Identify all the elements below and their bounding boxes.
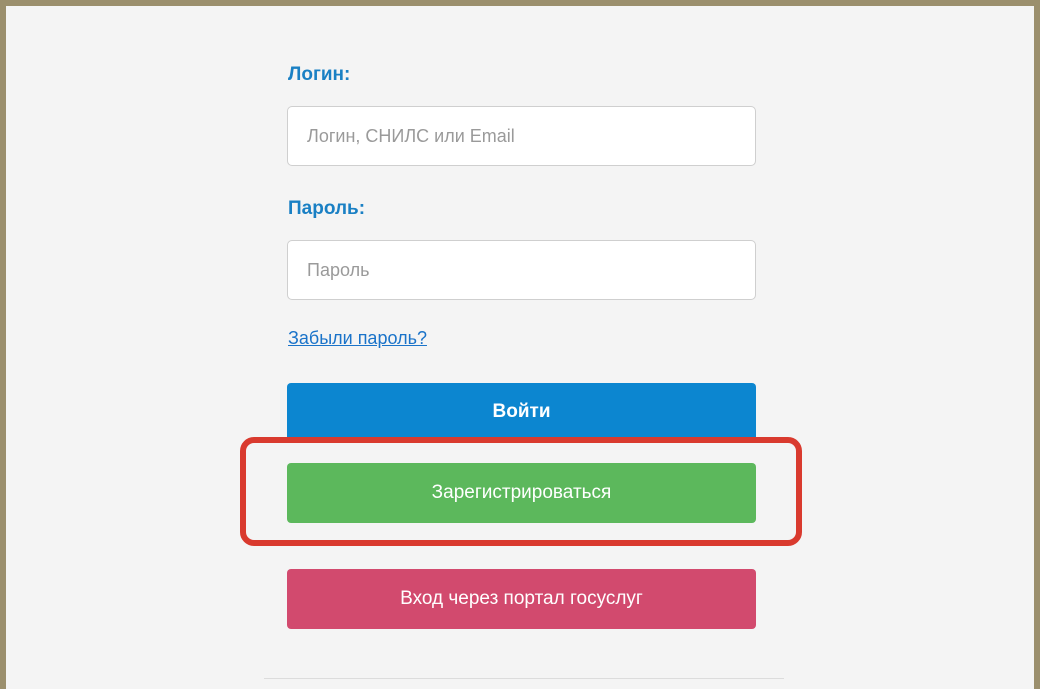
- page-frame: Логин: Пароль: Забыли пароль? Войти Заре…: [0, 0, 1040, 689]
- register-button[interactable]: Зарегистрироваться: [287, 463, 756, 523]
- forgot-password-link[interactable]: Забыли пароль?: [288, 328, 427, 349]
- login-input[interactable]: [287, 106, 756, 166]
- password-label: Пароль:: [288, 198, 366, 219]
- login-button[interactable]: Войти: [287, 383, 756, 441]
- gosuslugi-login-button[interactable]: Вход через портал госуслуг: [287, 569, 756, 629]
- password-input[interactable]: [287, 240, 756, 300]
- divider: [264, 678, 784, 679]
- login-label: Логин:: [288, 64, 351, 85]
